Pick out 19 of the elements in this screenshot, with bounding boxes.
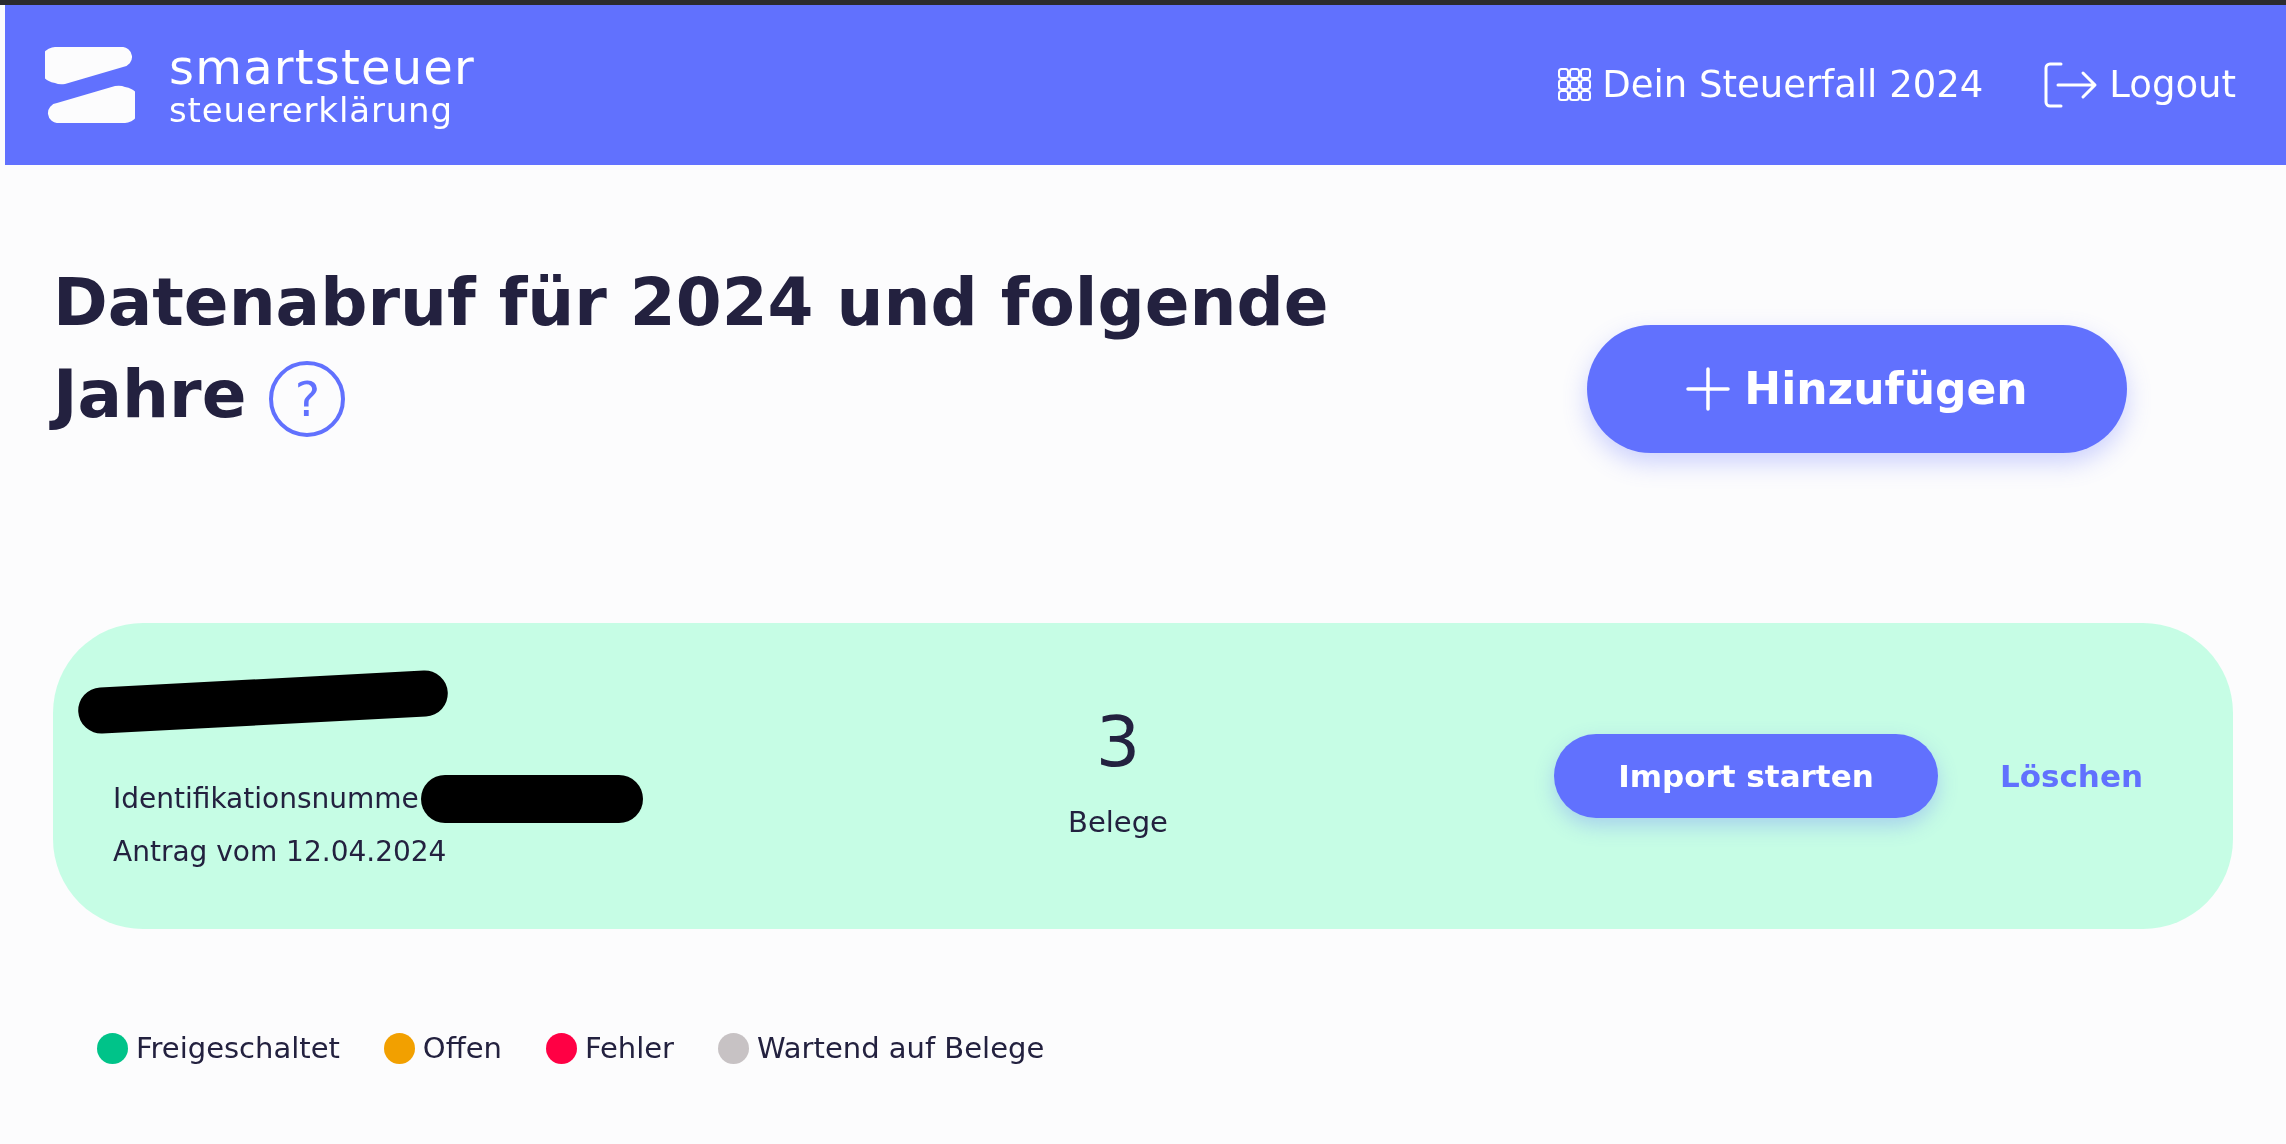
document-count: 3 bbox=[1095, 707, 1141, 778]
id-label: Identifikationsnumme bbox=[113, 781, 419, 817]
help-icon[interactable]: ? bbox=[269, 361, 346, 438]
legend-label: Fehler bbox=[584, 1030, 675, 1067]
legend-label: Freigeschaltet bbox=[136, 1030, 340, 1067]
logout-link[interactable]: Logout bbox=[2043, 57, 2236, 113]
grid-icon bbox=[1558, 68, 1593, 102]
plus-icon bbox=[1686, 367, 1731, 411]
tax-case-link[interactable]: Dein Steuerfall 2024 bbox=[1558, 57, 1984, 113]
request-date: Antrag vom 12.04.2024 bbox=[113, 834, 448, 870]
import-button[interactable]: Import starten bbox=[1553, 734, 1938, 818]
legend-label: Offen bbox=[422, 1030, 502, 1067]
delete-link[interactable]: Löschen bbox=[1999, 752, 2143, 800]
add-button[interactable]: Hinzufügen bbox=[1587, 325, 2127, 453]
logo-tagline: steuererklärung bbox=[169, 93, 454, 127]
document-count-label: Belege bbox=[1068, 804, 1168, 842]
legend-label: Wartend auf Belege bbox=[757, 1030, 1045, 1067]
logo-icon bbox=[45, 47, 135, 123]
logo-name: smartsteuer bbox=[169, 43, 475, 91]
